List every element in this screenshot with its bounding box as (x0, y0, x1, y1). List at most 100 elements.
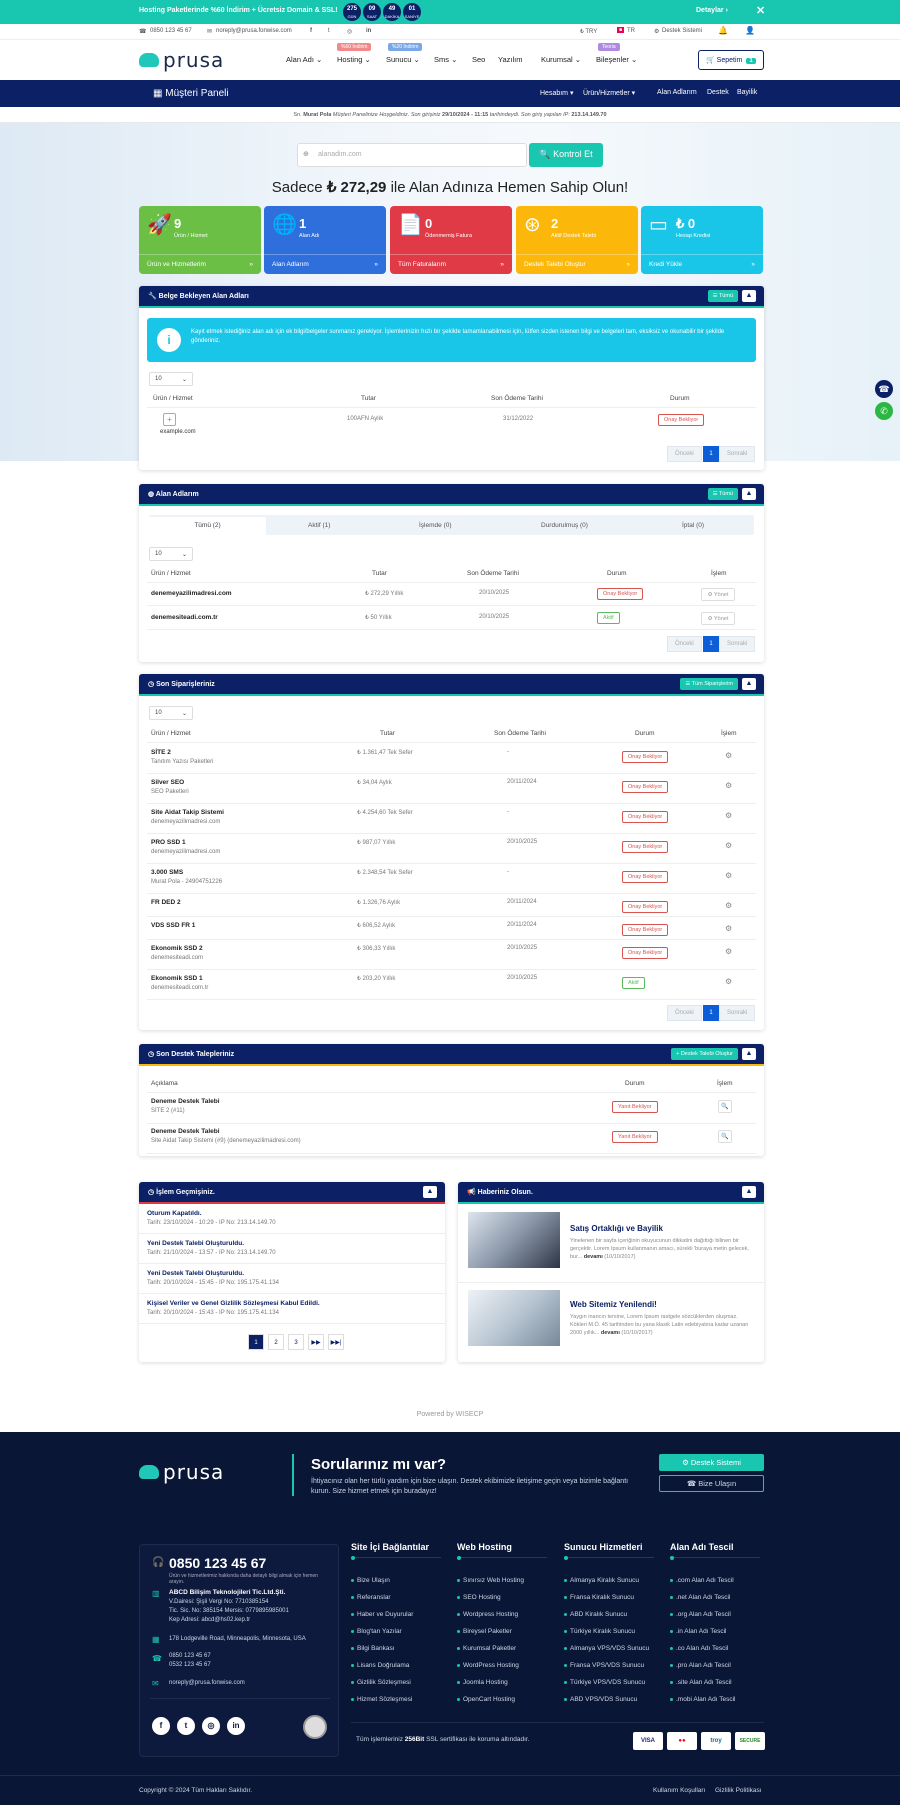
promo-details-link[interactable]: Detaylar › (696, 7, 728, 14)
call-float-icon[interactable]: ☎ (875, 380, 893, 398)
footer-link[interactable]: Haber ve Duyurular (351, 1611, 413, 1618)
col-action[interactable]: İşlem (717, 1080, 733, 1087)
nav-domain[interactable]: Alan Adı ⌄ (286, 55, 322, 64)
footer-link[interactable]: .co Alan Adı Tescil (670, 1645, 728, 1652)
privacy-link[interactable]: Gizlilik Politikası (715, 1787, 762, 1794)
col-description[interactable]: Açıklama (151, 1080, 178, 1087)
user-icon[interactable]: 👤 (745, 26, 755, 35)
footer-link[interactable]: Sınırsız Web Hosting (457, 1577, 524, 1584)
gear-icon[interactable]: ⚙ (725, 871, 732, 880)
news-image-office[interactable] (468, 1290, 560, 1346)
phone-2[interactable]: 0532 123 45 67 (169, 1662, 211, 1668)
currency-select[interactable]: ₺ TRY (580, 28, 597, 35)
history-page-button[interactable]: ▶▶ (308, 1334, 324, 1350)
support-system-link[interactable]: Destek Sistemi (662, 28, 702, 34)
stat-tile[interactable]: ▭ ₺ 0 Hesap Kredisi Kredi Yükle» (641, 206, 763, 274)
nav-hosting[interactable]: Hosting ⌄ (337, 55, 371, 64)
footer-link[interactable]: Bireysel Paketler (457, 1628, 512, 1635)
stat-tile[interactable]: 📄 0 Ödenmemiş Fatura Tüm Faturalarım» (390, 206, 512, 274)
domain-name[interactable]: denemeyazilimadresi.com (151, 590, 232, 597)
footer-link[interactable]: Joomla Hosting (457, 1679, 508, 1686)
brand-logo[interactable]: prusa (139, 48, 224, 72)
topbar-email[interactable]: noreply@prusa.fonwise.com (216, 28, 292, 34)
facebook-icon[interactable]: f (152, 1717, 170, 1735)
linkedin-icon[interactable]: in (227, 1717, 245, 1735)
stat-tile[interactable]: ⊛ 2 Aktif Destek Talebi Destek Talebi Ol… (516, 206, 638, 274)
stat-link[interactable]: Ürün ve Hizmetlerim» (139, 254, 261, 274)
order-product[interactable]: FR DED 2 (151, 899, 181, 906)
cart-button[interactable]: 🛒 Sepetim 1 (698, 50, 764, 70)
view-ticket-icon[interactable]: 🔍 (718, 1130, 732, 1143)
col-amount[interactable]: Tutar (372, 570, 387, 577)
phone-1[interactable]: 0850 123 45 67 (169, 1653, 211, 1659)
footer-link[interactable]: Blog'tan Yazılar (351, 1628, 402, 1635)
next-page-button[interactable]: Sonraki (719, 446, 756, 462)
footer-link[interactable]: Türkiye Kiralık Sunucu (564, 1628, 635, 1635)
page-1-button[interactable]: 1 (703, 636, 719, 652)
page-length-select[interactable]: 10 ⌄ (149, 706, 193, 720)
footer-link[interactable]: Wordpress Hosting (457, 1611, 518, 1618)
collapse-icon[interactable]: ▲ (742, 488, 756, 500)
page-length-select[interactable]: 10 ⌄ (149, 547, 193, 561)
bell-icon[interactable]: 🔔 (718, 26, 728, 35)
gear-icon[interactable]: ⚙ (725, 924, 732, 933)
col-due-date[interactable]: Son Ödeme Tarihi (467, 570, 519, 577)
tab-all[interactable]: Tümü (2) (149, 517, 266, 535)
terms-link[interactable]: Kullanım Koşulları (653, 1787, 705, 1794)
col-product[interactable]: Ürün / Hizmet (153, 395, 193, 402)
stat-link[interactable]: Alan Adlarım» (264, 254, 386, 274)
footer-link[interactable]: .in Alan Adı Tescil (670, 1628, 726, 1635)
ticket-title[interactable]: Deneme Destek Talebi (151, 1098, 220, 1105)
col-action[interactable]: İşlem (711, 570, 727, 577)
footer-link[interactable]: Referanslar (351, 1594, 391, 1601)
col-status[interactable]: Durum (607, 570, 627, 577)
stat-tile[interactable]: 🌐 1 Alan Adı Alan Adlarım» (264, 206, 386, 274)
footer-link[interactable]: .site Alan Adı Tescil (670, 1679, 732, 1686)
footer-link[interactable]: Almanya Kiralık Sunucu (564, 1577, 639, 1584)
contact-us-button[interactable]: ☎ Bize Ulaşın (659, 1475, 764, 1492)
view-all-domains-button[interactable]: ☰ Tümü (707, 488, 738, 500)
gear-icon[interactable]: ⚙ (725, 811, 732, 820)
instagram-icon[interactable]: ◎ (202, 1717, 220, 1735)
stat-link[interactable]: Tüm Faturalarım» (390, 254, 512, 274)
footer-link[interactable]: SEO Hosting (457, 1594, 501, 1601)
menu-reseller[interactable]: Bayilik (737, 89, 757, 96)
stat-link[interactable]: Destek Talebi Oluştur» (516, 254, 638, 274)
gear-icon[interactable]: ⚙ (725, 947, 732, 956)
footer-link[interactable]: Kurumsal Paketler (457, 1645, 516, 1652)
manage-button[interactable]: ⚙ Yönet (701, 612, 735, 625)
collapse-icon[interactable]: ▲ (742, 1186, 756, 1198)
whatsapp-float-icon[interactable]: ✆ (875, 402, 893, 420)
stat-link[interactable]: Kredi Yükle» (641, 254, 763, 274)
history-page-button[interactable]: 1 (248, 1334, 264, 1350)
footer-phone[interactable]: 0850 123 45 67 (169, 1555, 266, 1571)
check-domain-button[interactable]: 🔍 Kontrol Et (529, 143, 603, 167)
order-product[interactable]: Silver SEO (151, 779, 184, 786)
menu-products[interactable]: Ürün/Hizmetler ▾ (583, 89, 635, 97)
nav-corporate[interactable]: Kurumsal ⌄ (541, 55, 581, 64)
prev-page-button[interactable]: Önceki (667, 1005, 702, 1021)
footer-link[interactable]: .pro Alan Adı Tescil (670, 1662, 731, 1669)
nav-sms[interactable]: Sms ⌄ (434, 55, 457, 64)
all-orders-button[interactable]: ☰ Tüm Siparişlerim (680, 678, 738, 690)
footer-link[interactable]: Hizmet Sözleşmesi (351, 1696, 412, 1703)
collapse-icon[interactable]: ▲ (742, 1048, 756, 1060)
history-page-button[interactable]: ▶▶| (328, 1334, 344, 1350)
gear-icon[interactable]: ⚙ (725, 751, 732, 760)
footer-link[interactable]: Fransa VPS/VDS Sunucu (564, 1662, 644, 1669)
page-1-button[interactable]: 1 (703, 446, 719, 462)
order-product[interactable]: SİTE 2 (151, 749, 171, 756)
nav-seo[interactable]: Seo (472, 55, 485, 64)
col-action[interactable]: İşlem (721, 730, 737, 737)
col-due-date[interactable]: Son Ödeme Tarihi (494, 730, 546, 737)
menu-domains[interactable]: Alan Adlarım (657, 89, 697, 96)
footer-link[interactable]: .org Alan Adı Tescil (670, 1611, 731, 1618)
footer-link[interactable]: Lisans Doğrulama (351, 1662, 409, 1669)
footer-link[interactable]: ABD Kiralık Sunucu (564, 1611, 627, 1618)
news-title[interactable]: Satış Ortaklığı ve Bayilik (570, 1224, 663, 1233)
collapse-icon[interactable]: ▲ (423, 1186, 437, 1198)
col-status[interactable]: Durum (635, 730, 655, 737)
collapse-icon[interactable]: ▲ (742, 290, 756, 302)
tab-suspended[interactable]: Durdurulmuş (0) (541, 522, 588, 529)
instagram-icon[interactable]: ◎ (347, 28, 352, 35)
